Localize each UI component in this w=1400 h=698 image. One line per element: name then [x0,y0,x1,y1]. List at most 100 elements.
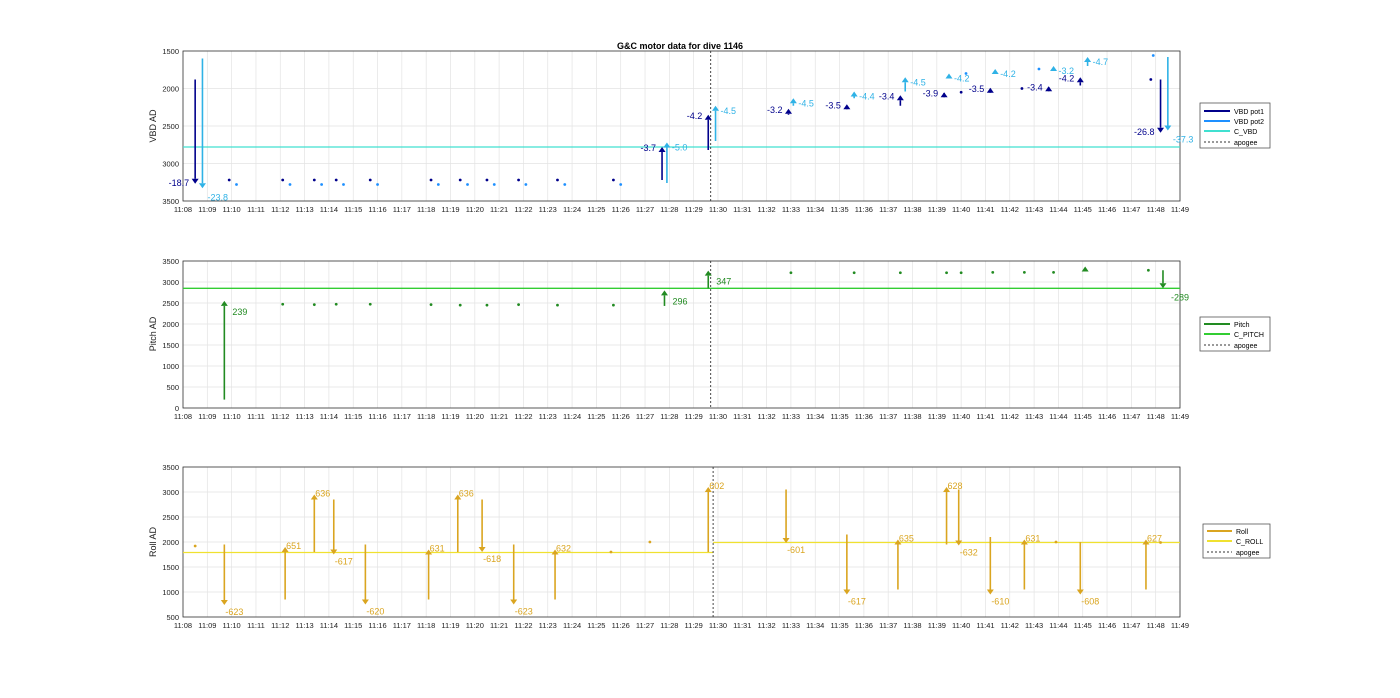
roll-xtick-label: 11:21 [490,621,508,630]
vbd-pot2-point [1151,54,1155,57]
legend-apogee-vbd: apogee [1234,140,1257,147]
pitch-move-label: 347 [716,277,731,287]
vbd-xtick-label: 11:20 [466,205,484,214]
vbd-xtick-label: 11:40 [952,205,970,214]
roll-xtick-label: 11:12 [271,621,289,630]
pitch-ytick-label: 1000 [162,362,179,371]
pitch-panel: Pitch AD 11:08 11:09 11:10 11:11 11:12 11:13 1… [148,257,1271,421]
vbd-move-label: -3.4 [879,91,895,101]
vbd-xtick-label: 11:25 [587,205,605,214]
roll-move-label: -617 [335,557,353,567]
vbd-pot1-point [368,178,372,182]
vbd-xtick-label: 11:43 [1025,205,1043,214]
vbd-legend: VBD pot1 VBD pot2 C_VBD apogee [1199,102,1271,149]
vbd-xtick-label: 11:11 [247,205,265,214]
pitch-xtick-label: 11:22 [514,412,532,421]
pitch-xtick-label: 11:10 [223,412,241,421]
pitch-xtick-label: 11:49 [1171,412,1189,421]
roll-xtick-label: 11:47 [1122,621,1140,630]
vbd-pot2-point [235,183,238,186]
roll-move-label: 627 [1147,534,1162,544]
roll-xtick-label: 11:33 [782,621,800,630]
vbd-xtick-label: 11:24 [563,205,581,214]
pitch-xtick-label: 11:11 [247,412,265,421]
roll-xtick-label: 11:34 [806,621,824,630]
vbd-move-label: -3.9 [923,88,939,98]
pitch-point [612,303,615,307]
pitch-xtick-label: 11:39 [928,412,946,421]
legend-c-roll: C_ROLL [1236,539,1263,546]
vbd-xtick-label: 11:45 [1074,205,1092,214]
pitch-point [789,271,793,275]
vbd-xtick-label: 11:16 [368,205,386,214]
vbd-xtick-label: 11:47 [1122,205,1140,214]
pitch-xtick-label: 11:21 [490,412,508,421]
vbd-move-label: -3.2 [767,105,783,115]
roll-ytick-label: 2500 [162,513,179,522]
vbd-panel: VBD AD 11:08 11:09 11:10 11:11 11:12 11:13 11:… [148,47,1271,214]
vbd-move-label: -4.2 [954,74,970,84]
pitch-xtick-label: 11:24 [563,412,581,421]
legend-apogee-pitch: apogee [1234,343,1257,350]
pitch-xtick-label: 11:16 [368,412,386,421]
pitch-xtick-label: 11:40 [952,412,970,421]
pitch-xtick-label: 11:34 [806,412,824,421]
roll-move-label: 635 [899,534,914,544]
vbd-ytick-label: 3000 [162,160,179,169]
legend-pitch: Pitch [1234,322,1250,329]
roll-point [609,550,613,554]
roll-xtick-label: 11:13 [295,621,313,630]
roll-ytick-label: 1500 [162,563,179,572]
vbd-xtick-label: 11:26 [612,205,630,214]
roll-xtick-label: 11:49 [1171,621,1189,630]
vbd-xtick-label: 11:41 [976,205,994,214]
pitch-ylabel: Pitch AD [148,316,158,351]
vbd-pot2-point [376,183,379,186]
vbd-pot1-point [1149,78,1153,81]
pitch-xtick-label: 11:14 [320,412,338,421]
vbd-pot1-point [959,90,963,94]
vbd-xtick-label: 11:13 [295,205,313,214]
vbd-xtick-label: 11:36 [855,205,873,214]
pitch-legend: Pitch C_PITCH apogee [1199,316,1271,352]
roll-xtick-label: 11:10 [223,621,241,630]
pitch-xtick-label: 11:46 [1098,412,1116,421]
vbd-xtick-label: 11:35 [830,205,848,214]
vbd-move-label: -3.7 [641,143,657,153]
pitch-point [429,303,433,307]
vbd-move-label: -4.7 [1093,57,1109,67]
pitch-xtick-label: 11:35 [830,412,848,421]
vbd-xtick-label: 11:12 [271,205,289,214]
pitch-ytick-label: 2000 [162,320,179,329]
roll-xtick-label: 11:28 [660,621,678,630]
vbd-xtick-label: 11:38 [903,205,921,214]
legend-vbd-pot2: VBD pot2 [1234,119,1264,126]
roll-ytick-label: 2000 [162,538,179,547]
pitch-point [517,303,520,307]
roll-xtick-label: 11:32 [758,621,776,630]
vbd-xtick-label: 11:30 [709,205,727,214]
roll-move-label: 628 [948,481,963,491]
pitch-xtick-label: 11:42 [1001,412,1019,421]
pitch-xtick-label: 11:15 [344,412,362,421]
vbd-xtick-label: 11:14 [320,205,338,214]
vbd-pot1-point [517,178,520,182]
pitch-ytick-label: 3500 [162,257,179,266]
vbd-pot2-point [466,183,469,186]
vbd-pot1-point [334,178,338,182]
vbd-xtick-label: 11:48 [1147,205,1165,214]
pitch-xtick-label: 11:09 [198,412,216,421]
vbd-pot2-point [1037,67,1041,71]
pitch-xtick-label: 11:38 [903,412,921,421]
vbd-xtick-label: 11:49 [1171,205,1189,214]
vbd-move-label: -4.4 [859,92,875,102]
vbd-pot1-point [312,178,316,182]
pitch-move-label: -289 [1171,292,1189,302]
vbd-xtick-label: 11:23 [539,205,557,214]
roll-xtick-label: 11:29 [685,621,703,630]
vbd-move-label: -23.8 [207,192,228,202]
pitch-xtick-label: 11:26 [612,412,630,421]
roll-move-label: 636 [315,489,330,499]
vbd-move-label: -26.8 [1134,127,1155,137]
roll-move-label: -623 [515,607,533,617]
